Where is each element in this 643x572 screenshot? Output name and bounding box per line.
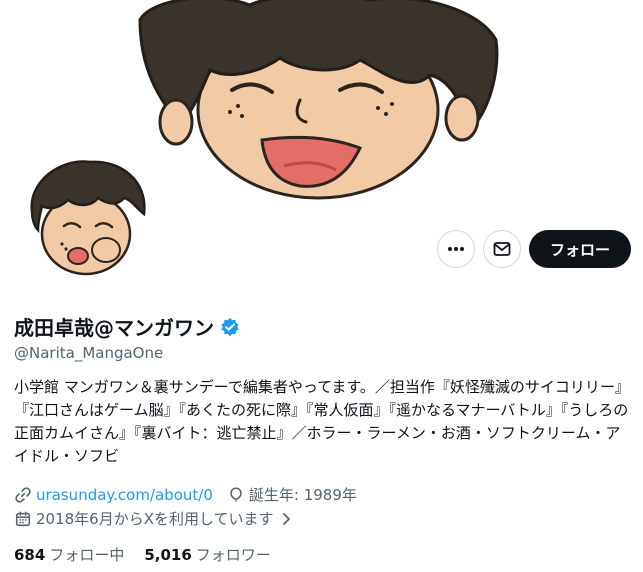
avatar[interactable]: [16, 148, 156, 288]
birth-text: 誕生年: 1989年: [248, 486, 357, 504]
verified-badge-icon[interactable]: [220, 317, 240, 337]
joined-item: 2018年6月からXを利用しています: [14, 508, 294, 529]
chevron-right-icon[interactable]: [278, 511, 294, 527]
mail-icon: [493, 242, 511, 256]
more-button[interactable]: [437, 230, 475, 268]
birth-item: 誕生年: 1989年: [227, 484, 357, 505]
profile-actions: フォロー: [437, 230, 631, 268]
following-stat[interactable]: 684 フォロー中: [14, 544, 124, 565]
follow-button[interactable]: フォロー: [529, 230, 631, 268]
following-label: フォロー中: [49, 546, 125, 564]
meta-row: urasunday.com/about/0 誕生年: 1989年: [14, 484, 357, 505]
name-row: 成田卓哉@マンガワン: [14, 312, 240, 341]
follow-stats: 684 フォロー中 5,016 フォロワー: [14, 544, 291, 565]
followers-label: フォロワー: [195, 546, 271, 564]
bio: 小学館 マンガワン＆裏サンデーで編集者やってます。／担当作『妖怪殲滅のサイコリリ…: [14, 378, 630, 465]
balloon-icon: [230, 486, 242, 502]
joined-row: 2018年6月からXを利用しています: [14, 508, 294, 529]
display-name: 成田卓哉@マンガワン: [14, 316, 214, 340]
website-item: urasunday.com/about/0: [14, 486, 213, 504]
joined-text[interactable]: 2018年6月からXを利用しています: [36, 508, 274, 529]
avatar-illustration: [20, 152, 152, 284]
followers-count: 5,016: [144, 545, 192, 564]
calendar-icon: [15, 510, 31, 526]
message-button[interactable]: [483, 230, 521, 268]
handle: @Narita_MangaOne: [14, 344, 164, 362]
following-count: 684: [14, 545, 46, 564]
followers-stat[interactable]: 5,016 フォロワー: [144, 544, 270, 565]
link-icon: [15, 486, 31, 503]
website-link[interactable]: urasunday.com/about/0: [36, 486, 213, 504]
more-icon: [448, 247, 464, 251]
